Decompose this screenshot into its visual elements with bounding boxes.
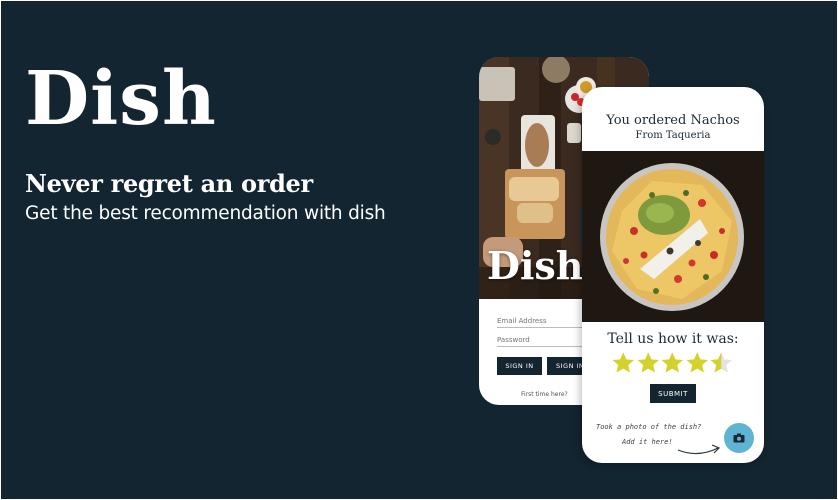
star-icon[interactable]	[636, 350, 661, 376]
arrow-icon	[677, 444, 721, 455]
review-phone-mockup: You ordered Nachos From Taqueria Tell us…	[582, 87, 764, 463]
first-time-link[interactable]: First time here?	[521, 391, 568, 398]
camera-icon	[733, 433, 745, 443]
nachos-photo	[582, 151, 764, 322]
restaurant-name: From Taqueria	[635, 130, 711, 141]
subtitle: Get the best recommendation with dish	[25, 203, 386, 224]
submit-button[interactable]: SUBMIT	[650, 384, 696, 403]
order-title: You ordered Nachos	[606, 113, 740, 128]
half-star-icon[interactable]	[709, 350, 734, 376]
star-icon[interactable]	[660, 350, 685, 376]
app-promo-banner: Dish Never regret an order Get the best …	[1, 1, 837, 499]
star-icon[interactable]	[685, 350, 710, 376]
photo-hint-cta: Add it here!	[622, 438, 673, 446]
star-icon[interactable]	[611, 350, 636, 376]
login-logo: Dish	[487, 243, 584, 288]
brand-title: Dish	[25, 56, 217, 142]
photo-hint-text: Took a photo of the dish?	[596, 423, 702, 431]
tagline: Never regret an order	[25, 169, 313, 198]
sign-in-button[interactable]: SIGN IN	[497, 357, 542, 375]
add-photo-button[interactable]	[724, 423, 754, 453]
star-rating[interactable]	[611, 350, 734, 376]
rating-prompt: Tell us how it was:	[607, 331, 739, 347]
